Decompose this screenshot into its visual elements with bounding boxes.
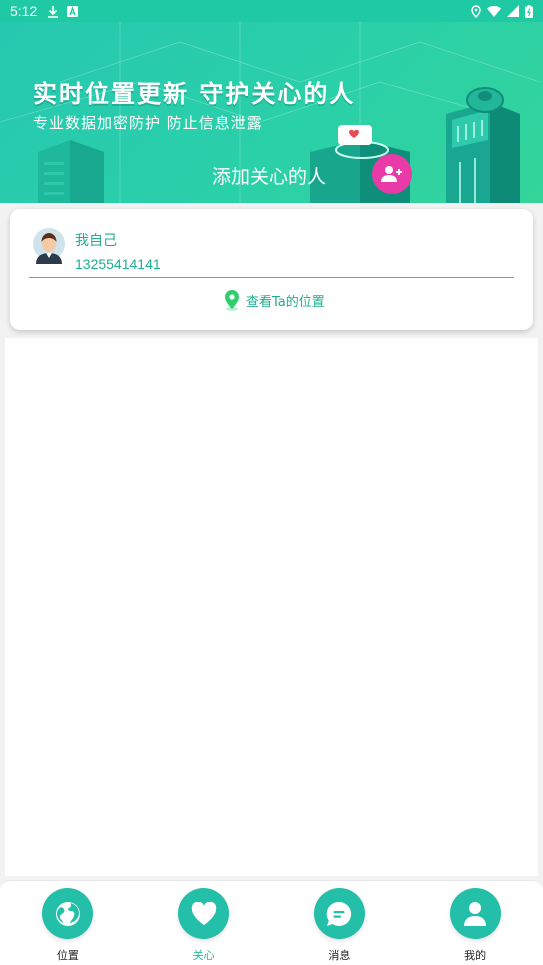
status-time: 5:12 — [10, 3, 38, 19]
view-location-link[interactable]: 查看Ta的位置 — [223, 289, 325, 311]
tab-care-label: 关心 — [192, 949, 215, 962]
tab-messages-label: 消息 — [328, 949, 351, 962]
download-icon — [48, 5, 59, 18]
banner-subline: 专业数据加密防护 防止信息泄露 — [33, 114, 263, 132]
contact-name: 我自己 — [75, 233, 117, 249]
tab-mine-label: 我的 — [464, 949, 487, 962]
tab-location-label: 位置 — [56, 949, 79, 962]
globe-icon — [55, 901, 80, 926]
tab-location[interactable]: 位置 — [0, 881, 136, 965]
chat-icon — [327, 901, 352, 926]
content-area — [5, 338, 538, 876]
battery-icon — [525, 4, 533, 18]
banner-headline: 实时位置更新 守护关心的人 — [33, 80, 356, 108]
tab-care[interactable]: 关心 — [136, 881, 272, 965]
location-status-icon — [471, 4, 481, 18]
tab-location-circle — [42, 888, 94, 939]
heart-icon — [191, 901, 216, 925]
tab-mine[interactable]: 我的 — [407, 881, 543, 965]
tab-messages-circle — [313, 888, 365, 939]
contact-card[interactable]: 我自己 13255414141 查看Ta的位置 — [10, 209, 533, 330]
tab-messages[interactable]: 消息 — [272, 881, 408, 965]
wifi-icon — [487, 5, 501, 17]
add-user-icon — [381, 166, 402, 182]
view-location-label: 查看Ta的位置 — [246, 294, 325, 310]
signal-icon — [507, 5, 519, 17]
hero-banner: 实时位置更新 守护关心的人 专业数据加密防护 防止信息泄露 添加关心的人 — [0, 22, 543, 203]
contact-phone: 13255414141 — [75, 256, 161, 272]
tab-care-circle — [178, 888, 230, 939]
add-care-person-label[interactable]: 添加关心的人 — [212, 162, 326, 189]
bottom-tab-bar: 位置 关心 消息 我的 — [0, 880, 543, 965]
card-divider — [29, 277, 514, 278]
person-icon — [464, 901, 487, 926]
avatar — [33, 228, 65, 264]
tab-mine-circle — [449, 888, 501, 939]
font-icon — [67, 5, 79, 17]
location-pin-icon — [225, 290, 239, 311]
status-bar: 5:12 — [0, 0, 543, 22]
add-care-person-button[interactable] — [372, 154, 412, 194]
